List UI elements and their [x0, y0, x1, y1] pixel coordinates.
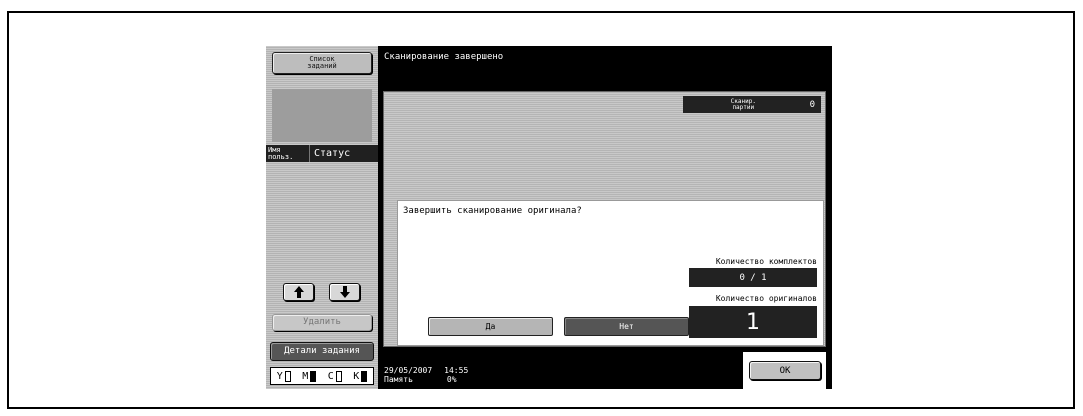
- toner-label: Y: [276, 370, 283, 382]
- ok-button[interactable]: OK: [749, 361, 821, 380]
- date-display: 29/05/2007: [384, 366, 433, 375]
- toner-levels: Y M C K: [270, 367, 374, 385]
- sets-count-value: 0 / 1: [689, 268, 817, 287]
- job-list-header: Имя польз. Статус: [266, 145, 378, 162]
- memory-value: 0%: [446, 375, 457, 384]
- toner-black: K: [353, 370, 368, 382]
- toner-yellow: Y: [276, 370, 291, 382]
- toner-label: M: [302, 370, 309, 382]
- control-panel-screen: Список заданий Имя польз. Статус Удалить…: [266, 46, 832, 389]
- job-details-button[interactable]: Детали задания: [270, 342, 374, 361]
- no-button[interactable]: Нет: [564, 317, 689, 336]
- scroll-down-button[interactable]: [329, 283, 360, 301]
- yes-button[interactable]: Да: [428, 317, 553, 336]
- scan-batch-counter: Сканир. партии 0: [683, 96, 821, 113]
- confirm-dialog: Завершить сканирование оригинала? Количе…: [397, 200, 824, 346]
- toner-magenta: M: [302, 370, 317, 382]
- sidebar: Список заданий Имя польз. Статус Удалить…: [266, 46, 378, 389]
- scan-batch-label: Сканир. партии: [730, 97, 756, 111]
- arrow-down-icon: [339, 286, 350, 298]
- column-status: Статус: [314, 148, 351, 159]
- scroll-up-button[interactable]: [283, 283, 314, 301]
- status-footer: 29/05/2007 14:55 Память 0%: [384, 366, 468, 384]
- toner-bar-icon: [310, 370, 317, 382]
- toner-label: C: [327, 370, 334, 382]
- main-panel: Сканир. партии 0 Завершить сканирование …: [383, 91, 826, 347]
- arrow-up-icon: [293, 286, 304, 298]
- time-display: 14:55: [444, 366, 469, 375]
- toner-label: K: [353, 370, 360, 382]
- delete-button[interactable]: Удалить: [272, 314, 372, 331]
- job-list-button[interactable]: Список заданий: [272, 52, 372, 74]
- toner-bar-icon: [335, 370, 342, 382]
- toner-cyan: C: [327, 370, 342, 382]
- originals-count-label: Количество оригиналов: [715, 294, 817, 303]
- dialog-question: Завершить сканирование оригинала?: [403, 206, 582, 216]
- memory-label: Память: [384, 375, 413, 384]
- scan-batch-value: 0: [809, 99, 815, 110]
- column-user-name: Имя польз.: [266, 145, 310, 162]
- sets-count-label: Количество комплектов: [715, 257, 817, 266]
- originals-count-value: 1: [689, 306, 817, 338]
- toner-bar-icon: [361, 370, 368, 382]
- screen-title: Сканирование завершено: [384, 52, 504, 62]
- toner-bar-icon: [284, 370, 291, 382]
- sidebar-status-area: [272, 89, 372, 142]
